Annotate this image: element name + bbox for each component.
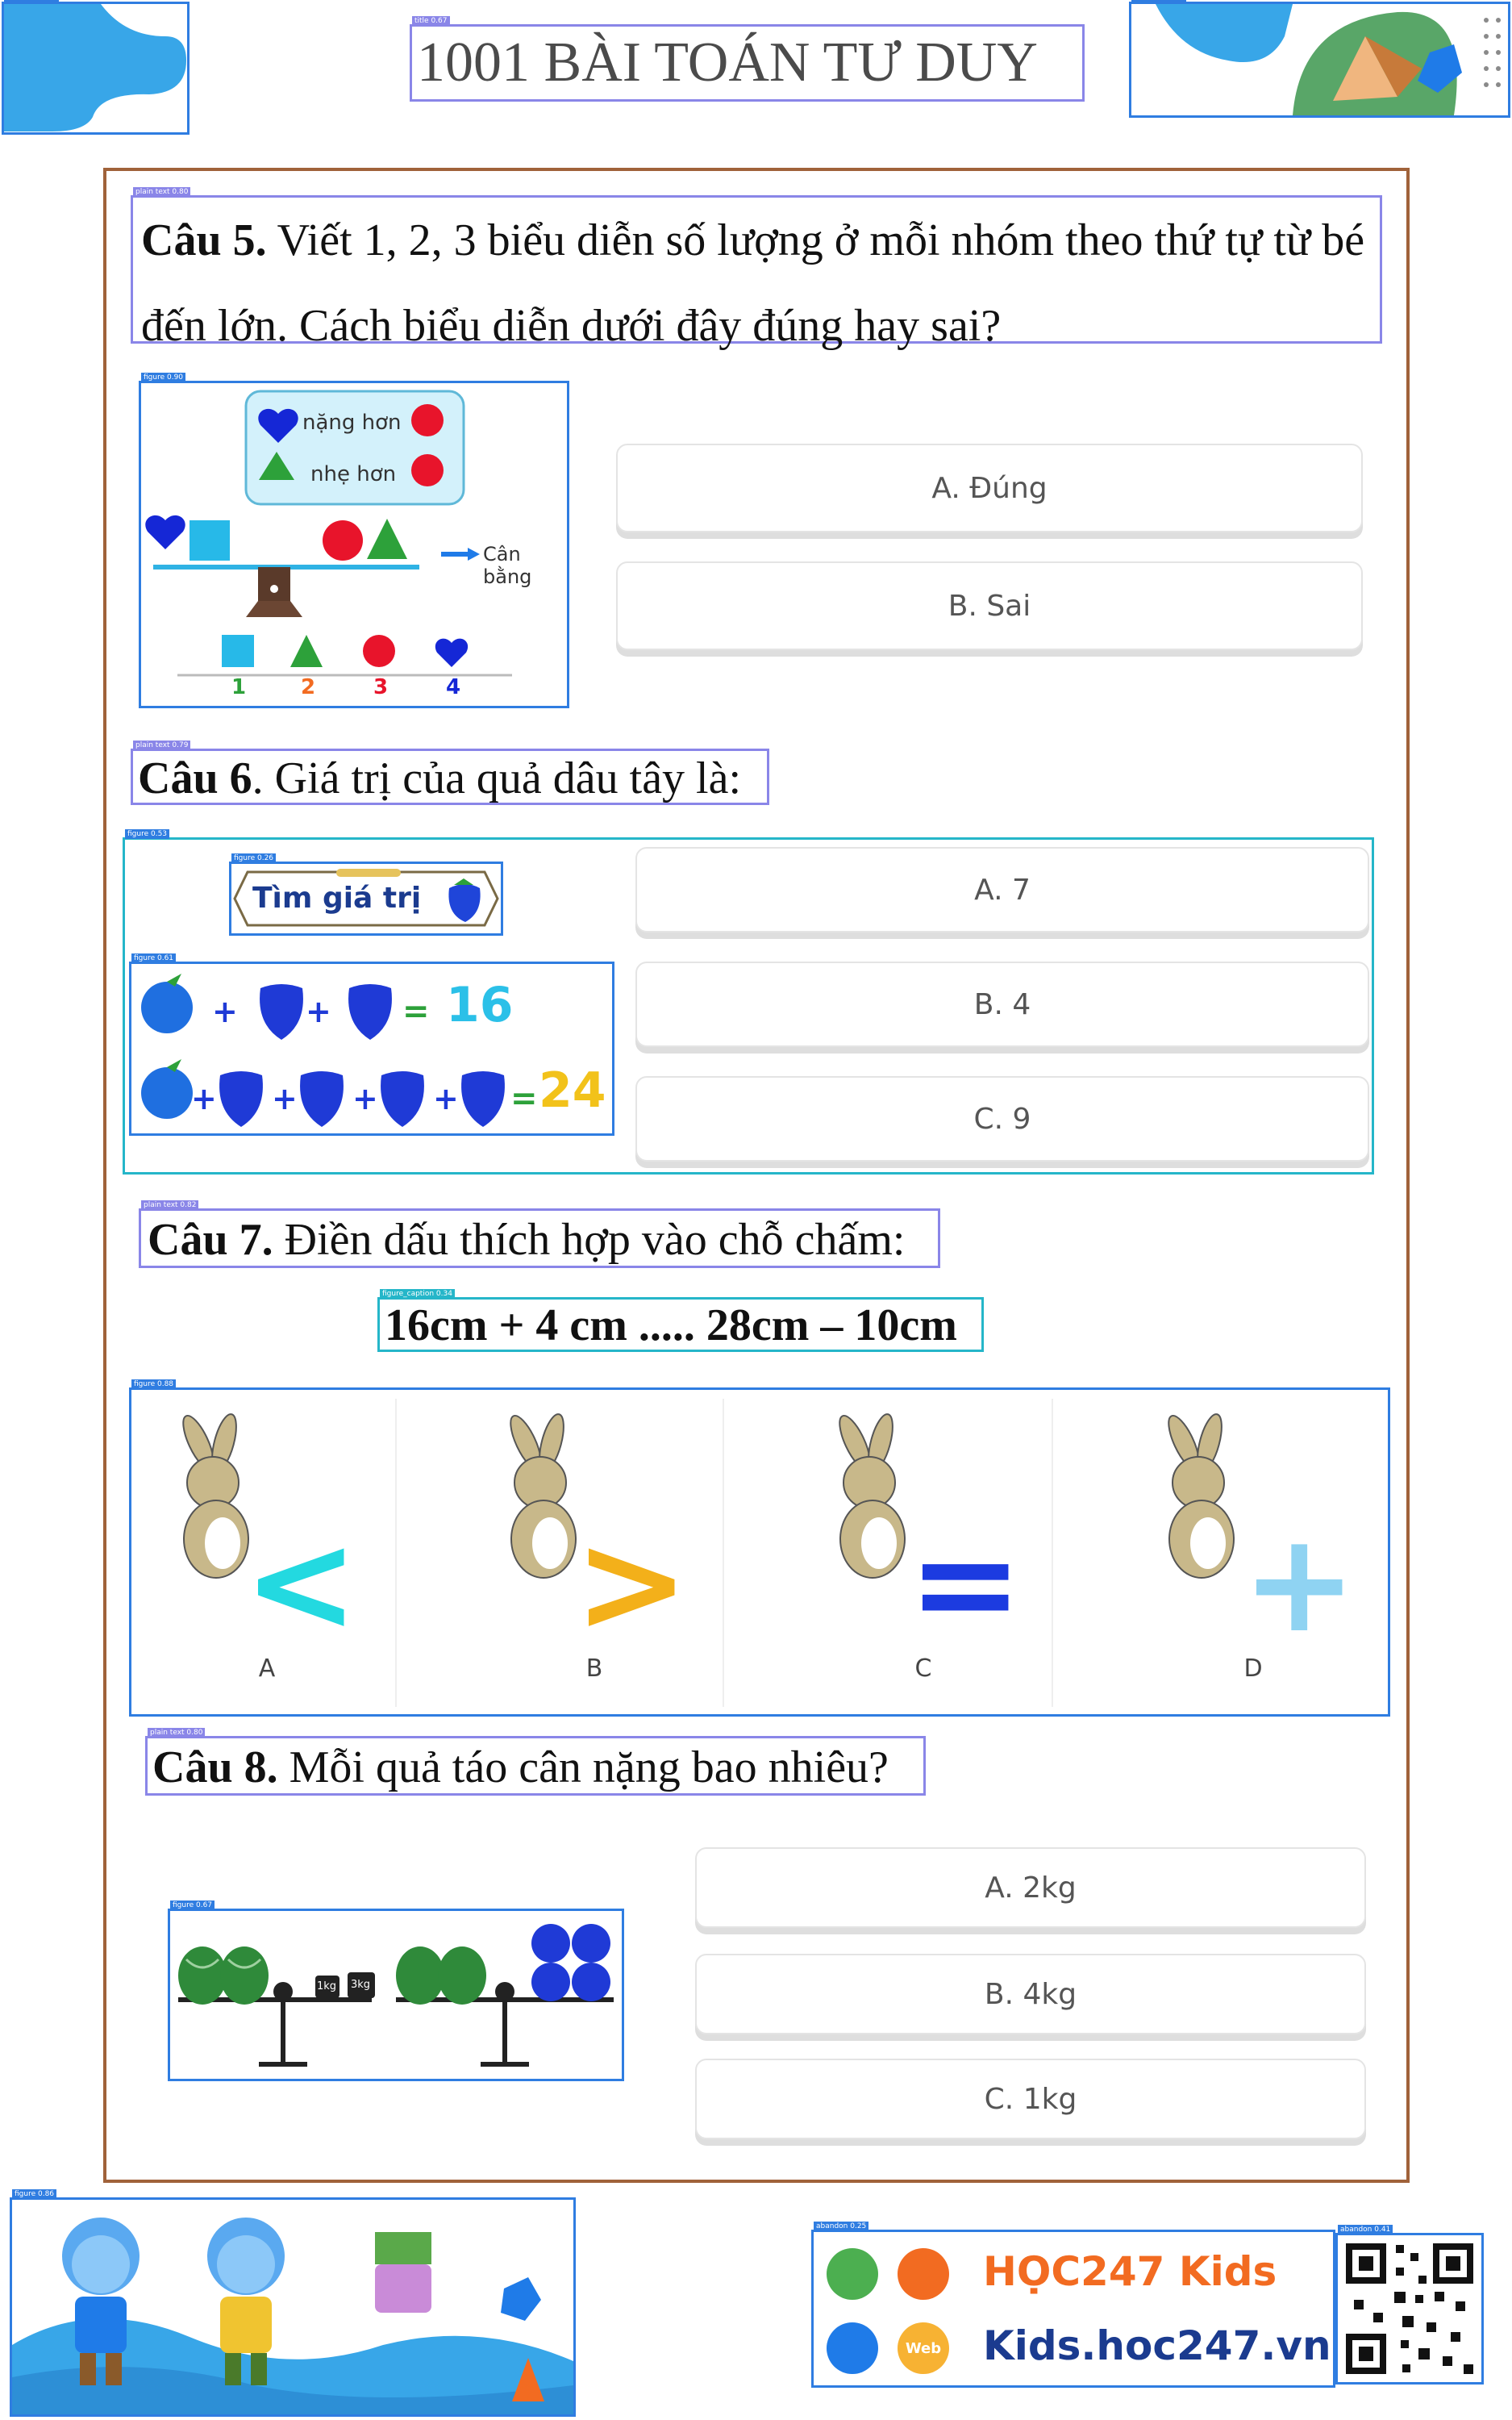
q7-equation: 16cm + 4 cm ..... 28cm – 10cm	[385, 1300, 957, 1350]
q5-text: Viết 1, 2, 3 biểu diễn số lượng ở mỗi nh…	[141, 215, 1365, 352]
q5-answer-b[interactable]: B. Sai	[616, 561, 1363, 650]
q7-option-d[interactable]: + D	[1124, 1399, 1382, 1707]
shapes-decoration	[1156, 4, 1501, 115]
footer-qr-box: abandon 0.41	[1335, 2225, 1484, 2385]
web-badge[interactable]: Web	[898, 2322, 949, 2374]
svg-text:=: =	[402, 993, 430, 1030]
q7-text-box: plain text 0.82 Câu 7. Điền dấu thích hợ…	[139, 1200, 940, 1268]
q8-answer-c[interactable]: C. 1kg	[695, 2059, 1366, 2139]
q8-text-box: plain text 0.80 Câu 8. Mỗi quả táo cân n…	[145, 1728, 926, 1796]
q6-equations-figure: figure 0.61 + + + + + + = = 16 24	[129, 953, 614, 1136]
result-16: 16	[446, 977, 514, 1033]
number-2: 2	[301, 675, 316, 699]
q5-text-box: plain text 0.80 Câu 5. Viết 1, 2, 3 biểu…	[131, 187, 1382, 351]
header-left-decoration: abandon 0.63	[2, 0, 190, 135]
svg-text:=: =	[510, 1080, 538, 1117]
q8-answer-b[interactable]: B. 4kg	[695, 1954, 1366, 2034]
scales-illustration	[178, 1924, 614, 2067]
q8-answer-a[interactable]: A. 2kg	[695, 1847, 1366, 1928]
q7-question: Câu 7. Điền dấu thích hợp vào chỗ chấm:	[148, 1214, 905, 1266]
q5-answer-a[interactable]: A. Đúng	[616, 444, 1363, 532]
q7-option-a[interactable]: < A	[139, 1399, 397, 1707]
q7-text: Điền dấu thích hợp vào chỗ chấm:	[284, 1215, 906, 1265]
svg-text:+: +	[352, 1081, 378, 1116]
svg-text:+: +	[433, 1081, 459, 1116]
q8-figure: figure 0.67 1kg 3kg	[168, 1901, 624, 2081]
q6-text: . Giá trị của quả dâu tây là:	[252, 753, 742, 803]
blue-wave-decoration	[4, 4, 186, 131]
balanced-label: Cân bằng	[483, 543, 532, 588]
q5-question: Câu 5. Viết 1, 2, 3 biểu diễn số lượng ở…	[141, 198, 1372, 369]
svg-text:+: +	[212, 994, 238, 1029]
symbol-greater-than: >	[574, 1504, 689, 1663]
header-right-decoration: abandon 0.44	[1129, 0, 1510, 118]
lighter-label: nhẹ hơn	[310, 462, 397, 486]
weight-3kg: 3kg	[351, 1979, 371, 1991]
weight-1kg: 1kg	[317, 1980, 337, 1992]
q7-equation-box: figure_caption 0.34 16cm + 4 cm ..... 28…	[377, 1289, 984, 1352]
mascot-icon	[898, 2248, 949, 2300]
option-label-c: C	[914, 1654, 932, 1683]
title-box: title 0.67 1001 BÀI TOÁN TƯ DUY	[410, 16, 1085, 102]
svg-text:+: +	[191, 1081, 217, 1116]
q6-number: Câu 6	[138, 753, 252, 803]
app-icon[interactable]	[827, 2248, 878, 2300]
banner-label: Tìm giá trị	[252, 882, 422, 915]
q7-option-b[interactable]: > B	[466, 1399, 724, 1707]
symbol-less-than: <	[244, 1504, 359, 1663]
monitor-icon[interactable]	[827, 2322, 878, 2374]
heavier-label: nặng hơn	[302, 411, 402, 435]
q7-option-c[interactable]: = C	[795, 1399, 1053, 1707]
q5-figure: figure 0.90 nặng hơn nhẹ hơn Cân bằng 1 …	[139, 373, 569, 708]
q6-answer-c[interactable]: C. 9	[635, 1076, 1369, 1162]
result-24: 24	[539, 1062, 606, 1119]
option-label-b: B	[585, 1654, 603, 1683]
q6-text-box: plain text 0.79 Câu 6. Giá trị của quả d…	[131, 741, 769, 805]
q8-number: Câu 8.	[152, 1742, 278, 1792]
web-badge-label: Web	[905, 2339, 942, 2357]
q6-answer-a[interactable]: A. 7	[635, 847, 1369, 933]
option-label-d: D	[1243, 1654, 1263, 1683]
page-title: 1001 BÀI TOÁN TƯ DUY	[417, 31, 1038, 94]
number-1: 1	[231, 675, 247, 699]
q7-number: Câu 7.	[148, 1215, 273, 1265]
number-4: 4	[446, 675, 461, 699]
svg-text:+: +	[306, 994, 331, 1029]
kids-illustration	[12, 2218, 573, 2414]
qr-code-icon[interactable]	[1338, 2235, 1481, 2382]
footer-kids-figure: figure 0.86	[10, 2189, 576, 2417]
number-3: 3	[373, 675, 389, 699]
brand-url[interactable]: Kids.hoc247.vn	[983, 2322, 1331, 2369]
brand-name: HỌC247 Kids	[983, 2248, 1277, 2295]
symbol-equals: =	[908, 1504, 1023, 1663]
q6-question: Câu 6. Giá trị của quả dâu tây là:	[138, 753, 741, 804]
q5-number: Câu 5.	[141, 215, 267, 265]
symbol-plus: +	[1242, 1504, 1357, 1663]
svg-text:+: +	[272, 1081, 298, 1116]
footer-brand-box: abandon 0.25 Web HỌC247 Kids Kids.hoc247…	[811, 2222, 1335, 2388]
q8-text: Mỗi quả táo cân nặng bao nhiêu?	[289, 1742, 889, 1792]
q8-question: Câu 8. Mỗi quả táo cân nặng bao nhiêu?	[152, 1742, 889, 1793]
option-label-a: A	[258, 1654, 276, 1683]
q6-answer-b[interactable]: B. 4	[635, 962, 1369, 1047]
q6-banner-figure: figure 0.26 Tìm giá trị	[229, 853, 503, 936]
